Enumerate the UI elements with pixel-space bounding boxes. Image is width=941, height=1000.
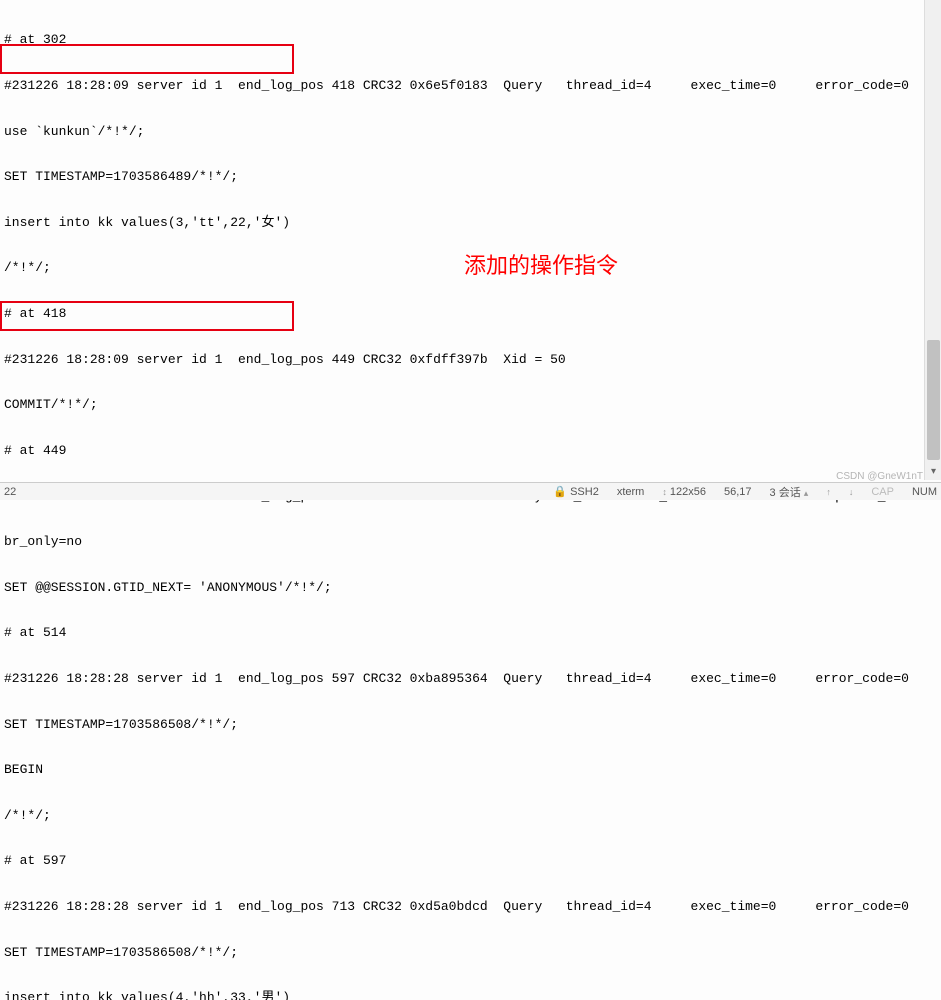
scrollbar-down-button[interactable]: ▾ bbox=[925, 463, 941, 480]
annotation-text: 添加的操作指令 bbox=[464, 248, 618, 280]
chevron-up-icon: ▴ bbox=[804, 488, 809, 498]
log-line: br_only=no bbox=[4, 534, 937, 549]
cursor-position: 56,17 bbox=[724, 486, 752, 498]
scrollbar-thumb[interactable] bbox=[927, 340, 940, 460]
terminal-type: xterm bbox=[617, 486, 645, 498]
log-line: #231226 18:28:09 server id 1 end_log_pos… bbox=[4, 352, 937, 367]
terminal-output: # at 302 #231226 18:28:09 server id 1 en… bbox=[0, 0, 941, 1000]
log-line: SET TIMESTAMP=1703586489/*!*/; bbox=[4, 169, 937, 184]
status-bar: 22 🔒 SSH2 xterm ↕ 122x56 56,17 3 会话 ▴ ↑ … bbox=[0, 482, 941, 500]
watermark: CSDN @GneW1nT bbox=[836, 471, 923, 482]
down-arrow-icon: ↓ bbox=[849, 487, 854, 497]
log-line: insert into kk values(4,'hh',33,'男') bbox=[4, 990, 937, 1000]
log-line: # at 514 bbox=[4, 625, 937, 640]
log-line: # at 597 bbox=[4, 853, 937, 868]
log-line: insert into kk values(3,'tt',22,'女') bbox=[4, 215, 937, 230]
lock-icon: 🔒 bbox=[553, 486, 567, 498]
resize-icon: ↕ bbox=[662, 487, 667, 497]
log-line: /*!*/; bbox=[4, 808, 937, 823]
log-line: SET TIMESTAMP=1703586508/*!*/; bbox=[4, 717, 937, 732]
log-line: SET @@SESSION.GTID_NEXT= 'ANONYMOUS'/*!*… bbox=[4, 580, 937, 595]
vertical-scrollbar[interactable]: ▾ bbox=[924, 0, 941, 480]
num-indicator: NUM bbox=[912, 486, 937, 498]
terminal-dimensions: ↕ 122x56 bbox=[662, 486, 706, 498]
ssh-status: 🔒 SSH2 bbox=[553, 485, 599, 498]
log-line: BEGIN bbox=[4, 762, 937, 777]
log-line: # at 418 bbox=[4, 306, 937, 321]
status-left-value: 22 bbox=[4, 486, 16, 498]
log-line: #231226 18:28:28 server id 1 end_log_pos… bbox=[4, 671, 937, 686]
up-arrow-icon: ↑ bbox=[826, 487, 831, 497]
log-line: SET TIMESTAMP=1703586508/*!*/; bbox=[4, 945, 937, 960]
session-count: 3 会话 ▴ bbox=[770, 484, 809, 500]
log-line: #231226 18:28:28 server id 1 end_log_pos… bbox=[4, 899, 937, 914]
log-line: #231226 18:28:09 server id 1 end_log_pos… bbox=[4, 78, 937, 93]
cap-indicator: CAP bbox=[871, 486, 894, 498]
log-line: COMMIT/*!*/; bbox=[4, 397, 937, 412]
log-line: # at 449 bbox=[4, 443, 937, 458]
log-line: use `kunkun`/*!*/; bbox=[4, 124, 937, 139]
log-line: # at 302 bbox=[4, 32, 937, 47]
